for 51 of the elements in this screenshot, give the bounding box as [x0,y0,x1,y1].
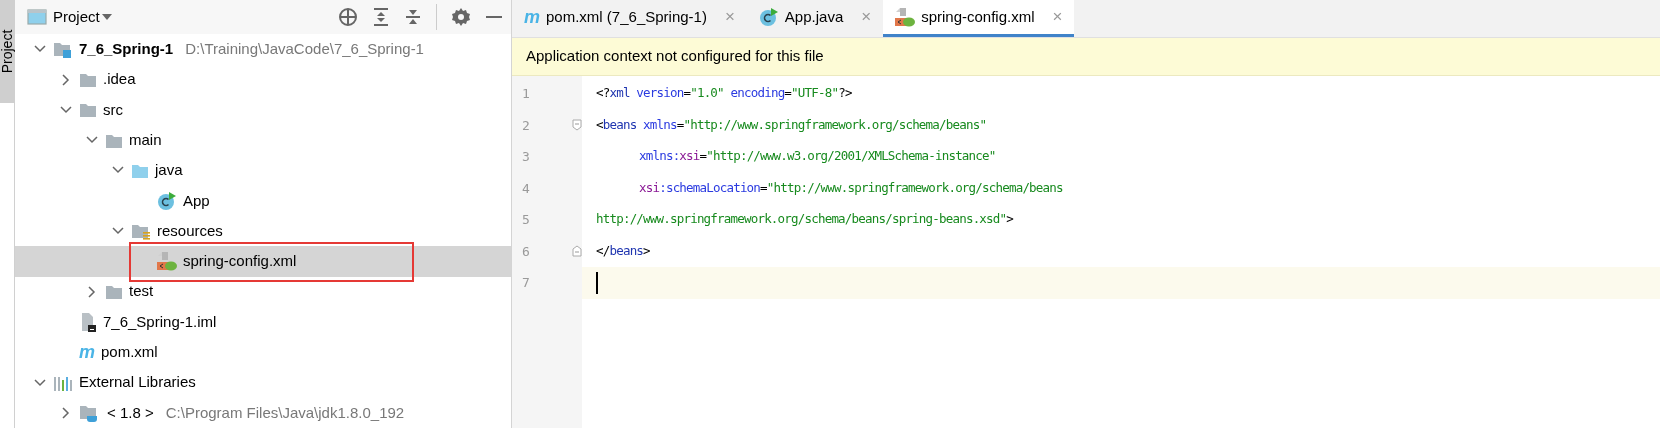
maven-icon: m [524,8,540,26]
maven-icon: m [79,343,95,362]
code-line: xmlns:xsi="http://www.w3.org/2001/XMLSchema-instance" [639,147,996,166]
class-icon [157,190,177,211]
tree-item[interactable]: test [15,276,511,307]
settings-icon[interactable] [451,7,471,28]
panel-icon [27,8,47,27]
panel-title[interactable]: Project [53,5,100,29]
folder-icon [105,283,123,301]
folder-icon [79,101,97,119]
tree-item[interactable]: < 1.8 > C:\Program Files\Java\jdk1.8.0_192 [15,397,511,428]
locate-icon[interactable] [338,7,358,28]
banner-text: Application context not configured for this file [526,46,824,67]
tree-item[interactable]: External Libraries [15,367,511,398]
line-number: 7 [522,274,530,292]
collapse-all-icon[interactable] [404,8,422,27]
editor-tab[interactable]: spring-config.xml × [883,0,1075,37]
tree-item[interactable]: src [15,94,511,126]
expand-all-icon[interactable] [372,8,390,27]
code-line: http://www.springframework.org/schema/beans/spring-beans.xsd"> [596,210,1013,229]
tree-item[interactable]: main [15,125,511,156]
line-number: 3 [522,148,530,166]
code-line: <beans xmlns="http://www.springframework.org/schema/beans" [596,115,987,134]
resources-folder-icon [131,222,151,241]
tool-window-tab[interactable]: Project [0,0,15,103]
tree-item[interactable]: .idea [15,64,511,95]
editor-tab[interactable]: m pom.xml (7_6_Spring-1) × [512,0,747,37]
tree-item[interactable]: resources [15,215,511,247]
text-caret [596,271,598,294]
tree-item[interactable]: java [15,155,511,186]
class-icon [758,7,779,27]
line-number: 5 [522,211,530,229]
line-number: 6 [522,242,530,261]
line-number: 4 [522,179,530,198]
line-number: 2 [522,116,530,135]
spring-xml-icon [157,251,177,272]
line-number: 1 [522,85,530,103]
tree-item[interactable]: m pom.xml [15,337,511,368]
code-line: <?xml version="1.0" encoding="UTF-8"?> [596,84,852,103]
folder-icon [79,71,97,89]
editor-tab[interactable]: App.java × [746,0,884,37]
tree-item[interactable]: 7_6_Spring-1 D:\Training\JavaCode\7_6_Spring-1 [15,34,511,65]
fold-marker-icon[interactable] [572,119,582,132]
module-folder-icon [53,40,73,59]
fold-marker-icon[interactable] [572,245,582,258]
code-line: xsi:schemaLocation="http://www.springframework.org/schema/beans [639,178,1063,197]
code-line: </beans> [596,241,650,260]
tree-item[interactable]: 7_6_Spring-1.iml [15,306,511,338]
spring-xml-icon [895,7,916,27]
module-file-icon [79,311,97,332]
tree-item[interactable]: App [15,185,511,216]
